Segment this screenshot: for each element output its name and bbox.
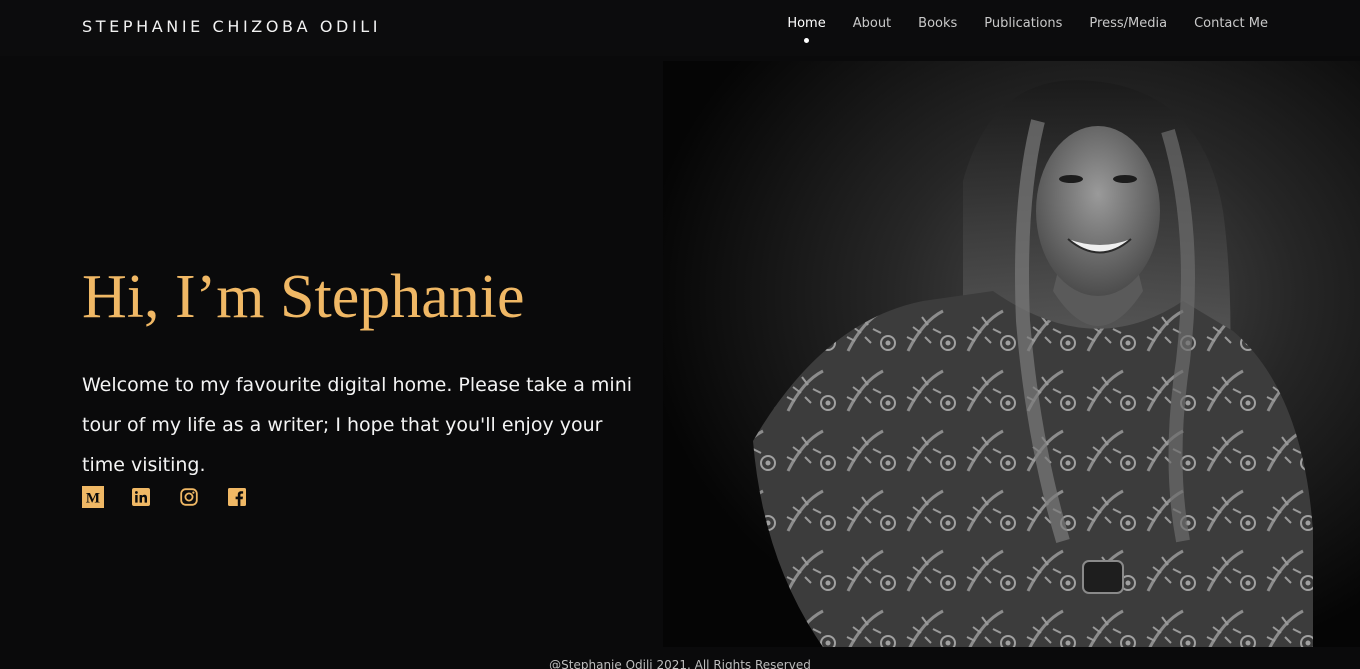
site-header: STEPHANIE CHIZOBA ODILI Home About Books… — [0, 0, 1360, 56]
nav-about-label: About — [852, 16, 892, 31]
site-brand[interactable]: STEPHANIE CHIZOBA ODILI — [82, 17, 381, 36]
medium-icon: M — [82, 486, 104, 508]
hero-title: Hi, I’m Stephanie — [82, 263, 525, 331]
nav-press-media-label: Press/Media — [1089, 16, 1168, 31]
instagram-link[interactable] — [178, 486, 200, 508]
nav-contact[interactable]: Contact Me — [1194, 16, 1268, 31]
nav-about[interactable]: About — [853, 16, 891, 31]
nav-home-label: Home — [787, 16, 826, 31]
nav-books-label: Books — [918, 16, 958, 31]
hero-intro: Welcome to my favourite digital home. Pl… — [82, 374, 633, 476]
nav-home[interactable]: Home — [787, 16, 826, 43]
medium-link[interactable]: M — [82, 486, 104, 508]
linkedin-link[interactable] — [130, 486, 152, 508]
svg-text:M: M — [86, 491, 100, 507]
facebook-link[interactable] — [226, 486, 248, 508]
nav-books[interactable]: Books — [918, 16, 957, 31]
page: STEPHANIE CHIZOBA ODILI Home About Books… — [0, 0, 1360, 669]
social-links: M — [82, 486, 274, 508]
portrait-illustration — [663, 61, 1360, 647]
main-nav: Home About Books Publications Press/Medi… — [760, 16, 1268, 43]
nav-contact-label: Contact Me — [1194, 16, 1268, 31]
nav-press-media[interactable]: Press/Media — [1089, 16, 1167, 31]
site-footer: @Stephanie Odili 2021. All Rights Reserv… — [549, 658, 811, 669]
nav-publications-label: Publications — [984, 16, 1063, 31]
nav-publications[interactable]: Publications — [984, 16, 1062, 31]
linkedin-icon — [132, 488, 150, 506]
hero-portrait-photo — [663, 61, 1360, 647]
facebook-icon — [228, 488, 246, 506]
instagram-icon — [180, 488, 198, 506]
active-indicator-dot — [804, 38, 810, 43]
